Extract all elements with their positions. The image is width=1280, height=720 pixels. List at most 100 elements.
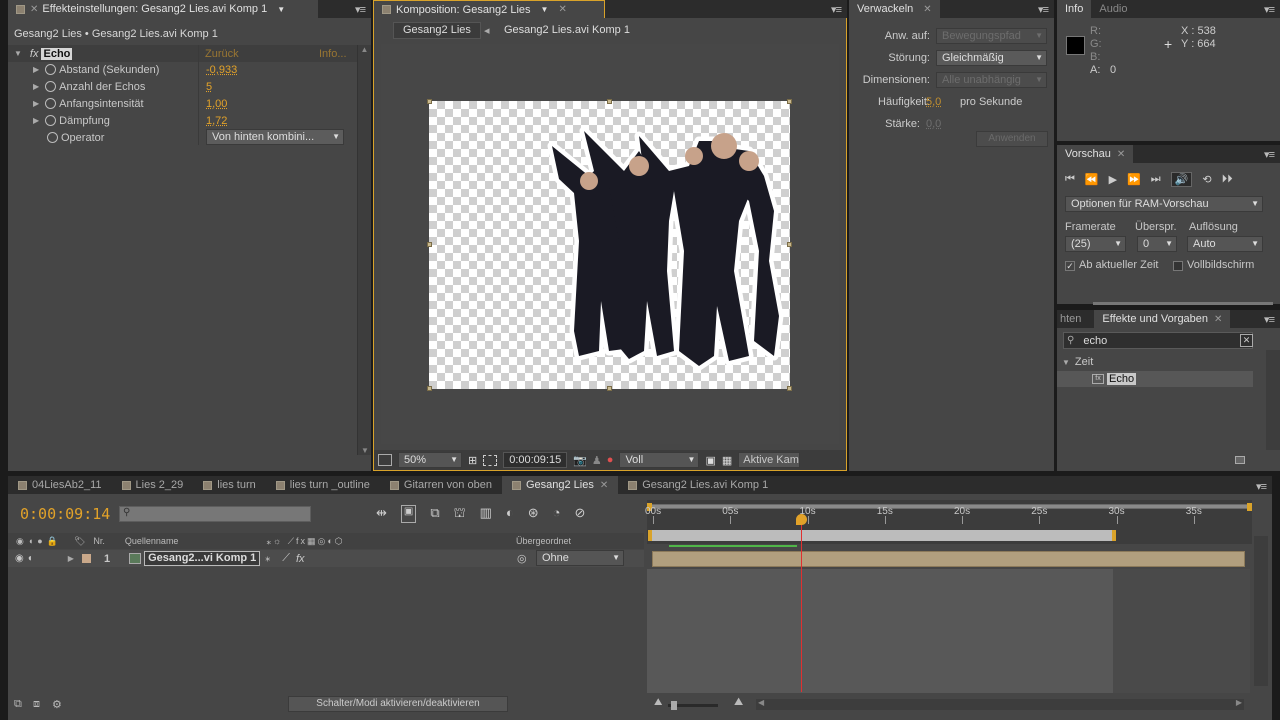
preview-scrollbar[interactable] xyxy=(1093,302,1273,305)
tab-wiggler[interactable]: Verwackeln ✕ xyxy=(849,0,940,18)
transparency-grid-icon[interactable]: ▦ xyxy=(722,454,732,467)
timeline-search-field[interactable]: ⚲ xyxy=(119,506,311,522)
close-icon[interactable]: ✕ xyxy=(600,480,608,491)
first-frame-icon[interactable]: ⏮ xyxy=(1065,173,1075,186)
layer-handle[interactable] xyxy=(427,242,432,247)
about-link[interactable]: Info... xyxy=(319,48,347,60)
panel-menu-icon[interactable]: ▾≡ xyxy=(1264,148,1275,161)
loop-icon[interactable]: ⟲ xyxy=(1202,173,1211,186)
stopwatch-icon[interactable] xyxy=(45,81,57,92)
region-of-interest-icon[interactable] xyxy=(483,454,498,466)
stopwatch-icon[interactable] xyxy=(47,132,58,143)
close-icon[interactable]: ✕ xyxy=(1117,149,1125,160)
tab-dropdown-icon[interactable]: ▼ xyxy=(541,5,549,14)
previous-frame-icon[interactable]: ⏪ xyxy=(1085,173,1099,186)
work-area-end[interactable] xyxy=(1247,503,1252,511)
resolution-dropdown[interactable]: Auto xyxy=(1187,236,1263,252)
toggle-switches-modes-button[interactable]: Schalter/Modi aktivieren/deaktivieren xyxy=(288,696,508,712)
reset-link[interactable]: Zurück xyxy=(205,48,239,60)
fast-previews-icon[interactable]: ▣ xyxy=(705,454,715,467)
toggle-stretch-icon[interactable]: ⚙ xyxy=(52,698,62,711)
tab-timeline-comp[interactable]: lies turn xyxy=(193,476,266,494)
tab-effect-controls[interactable]: ✕ Effekteinstellungen: Gesang2 Lies.avi … xyxy=(8,0,318,18)
effect-name[interactable]: Echo xyxy=(41,47,73,60)
stopwatch-icon[interactable] xyxy=(45,64,57,75)
hide-shy-icon[interactable]: ⛫ xyxy=(454,505,466,523)
close-icon[interactable]: ✕ xyxy=(30,4,38,15)
tab-composition[interactable]: Komposition: Gesang2 Lies ▼ ✕ xyxy=(373,0,605,18)
stopwatch-icon[interactable] xyxy=(45,115,57,126)
apply-to-dropdown[interactable]: Bewegungspfad xyxy=(936,28,1047,44)
col-parent[interactable]: Übergeordnet xyxy=(516,536,571,546)
noise-dropdown[interactable]: Gleichmäßig xyxy=(936,50,1047,66)
col-source[interactable]: Quellenname xyxy=(125,536,179,546)
timeline-right-scrollbar[interactable] xyxy=(1254,536,1268,686)
live-update-icon[interactable]: ▣ xyxy=(400,505,417,523)
expand-triangle-icon[interactable]: ▶ xyxy=(68,554,74,563)
current-time-display[interactable]: 0:00:09:14 xyxy=(20,505,110,523)
from-current-checkbox[interactable]: ✓ Ab aktueller Zeit xyxy=(1065,259,1158,271)
last-frame-icon[interactable]: ⏭ xyxy=(1151,173,1161,186)
category-row[interactable]: ▼ Zeit xyxy=(1062,356,1093,368)
tab-preview[interactable]: Vorschau ✕ xyxy=(1057,145,1134,163)
effect-param-row[interactable]: ▶ Anzahl der Echos 5 xyxy=(8,78,357,95)
frame-blending-icon[interactable]: ▥ xyxy=(480,505,492,523)
playhead-line[interactable] xyxy=(800,520,802,692)
expand-triangle-icon[interactable]: ▼ xyxy=(14,49,22,58)
tab-timeline-comp[interactable]: Gesang2 Lies ✕ xyxy=(501,476,619,494)
timeline-horizontal-scrollbar[interactable]: ◀ ▶ xyxy=(756,698,1244,710)
auto-keyframe-icon[interactable]: ◔ xyxy=(553,505,561,523)
expand-triangle-icon[interactable]: ▶ xyxy=(33,65,39,74)
tab-timeline-comp[interactable]: lies turn _outline xyxy=(266,476,380,494)
tab-info[interactable]: Info xyxy=(1057,0,1092,18)
toggle-switches-icon[interactable]: ⧉ xyxy=(14,698,22,711)
composition-image[interactable] xyxy=(429,101,790,389)
checkbox-checked-icon[interactable]: ✓ xyxy=(1065,261,1075,271)
camera-snapshot-icon[interactable]: 📷 xyxy=(573,454,587,467)
effects-scrollbar[interactable] xyxy=(1266,350,1280,450)
ram-preview-icon[interactable]: ⏵⏵ xyxy=(1222,173,1233,186)
graph-editor-icon[interactable]: ⊘ xyxy=(575,505,586,523)
fx-switch-icon[interactable]: fx xyxy=(296,553,305,565)
apply-button[interactable]: Anwenden xyxy=(976,131,1048,147)
toggle-modes-icon[interactable]: ⧈ xyxy=(33,698,40,711)
close-icon[interactable]: ✕ xyxy=(1214,314,1222,325)
magnitude-value[interactable]: 0,0 xyxy=(926,118,941,130)
zoom-slider[interactable] xyxy=(668,701,718,710)
eye-icon[interactable]: ◉ xyxy=(15,553,24,564)
layer-handle[interactable] xyxy=(427,386,432,391)
layer-handle[interactable] xyxy=(427,99,432,104)
panel-menu-icon[interactable]: ▾≡ xyxy=(831,3,842,16)
panel-menu-icon[interactable]: ▾≡ xyxy=(355,3,366,16)
fullscreen-checkbox[interactable]: Vollbildschirm xyxy=(1173,259,1254,271)
tab-timeline-comp[interactable]: 04LiesAb2_11 xyxy=(8,476,112,494)
motion-blur-icon[interactable]: ◐ xyxy=(506,505,514,523)
zoom-dropdown[interactable]: 50% xyxy=(398,452,462,468)
panel-menu-icon[interactable]: ▾≡ xyxy=(1264,313,1275,326)
audio-icon[interactable]: ◖ xyxy=(28,536,33,546)
layer-handle[interactable] xyxy=(607,99,612,104)
ram-options-dropdown[interactable]: Optionen für RAM-Vorschau xyxy=(1065,196,1263,212)
param-value[interactable]: 1,72 xyxy=(206,115,227,127)
tab-effects-presets[interactable]: Effekte und Vorgaben ✕ xyxy=(1094,310,1231,328)
collapse-switch-icon[interactable]: ⁎ xyxy=(265,553,270,564)
audio-icon[interactable]: ◖ xyxy=(27,553,33,564)
layer-handle[interactable] xyxy=(607,386,612,391)
grid-icon[interactable]: ⊞ xyxy=(468,454,477,467)
expand-triangle-icon[interactable]: ▶ xyxy=(33,116,39,125)
new-folder-icon[interactable] xyxy=(1235,456,1245,464)
draft-3d-icon[interactable]: ⧉ xyxy=(430,505,439,523)
quality-switch-icon[interactable]: ⟋ xyxy=(282,552,290,565)
param-value[interactable]: 5 xyxy=(206,81,212,93)
resolution-dropdown[interactable]: Voll xyxy=(619,452,700,468)
work-area-bar[interactable] xyxy=(649,504,1249,509)
framerate-dropdown[interactable]: (25) xyxy=(1065,236,1126,252)
expand-triangle-icon[interactable]: ▶ xyxy=(33,99,39,108)
skip-dropdown[interactable]: 0 xyxy=(1137,236,1177,252)
comp-mini-flowchart-icon[interactable]: ⇹ xyxy=(376,505,387,523)
scrollbar[interactable]: ▲ ▼ xyxy=(357,45,371,455)
layer-name[interactable]: Gesang2...vi Komp 1 xyxy=(144,551,261,566)
zoom-in-icon[interactable]: ⛰ xyxy=(734,696,743,709)
camera-dropdown[interactable]: Aktive Kam xyxy=(738,452,801,468)
tab-dropdown-icon[interactable]: ▼ xyxy=(277,5,285,14)
